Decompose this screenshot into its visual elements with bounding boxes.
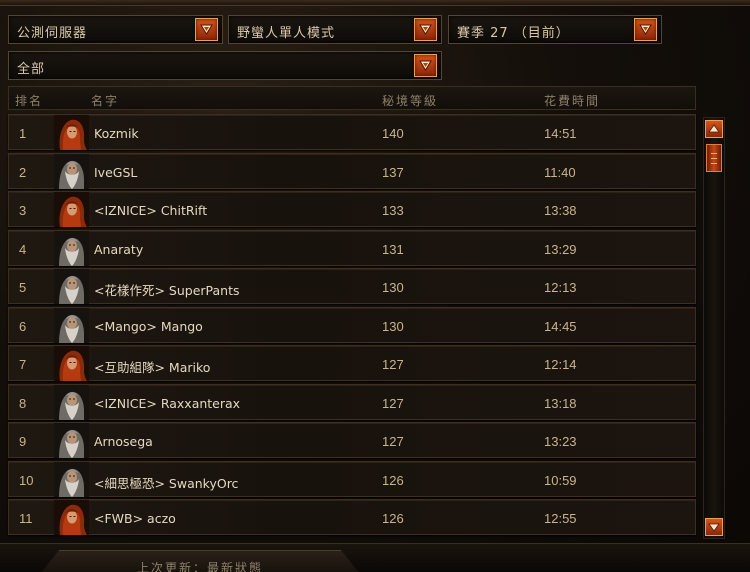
season-dropdown[interactable]: 賽季 27 （目前） [448, 15, 662, 44]
leaderboard-row[interactable]: 7 <互助組隊> Mariko 127 12:14 [8, 345, 696, 381]
time-spent-cell: 12:55 [544, 511, 577, 526]
chevron-down-icon[interactable] [414, 18, 437, 41]
rank-cell: 8 [19, 395, 27, 411]
time-spent-cell: 10:59 [544, 472, 577, 488]
female-barbarian-icon [54, 346, 89, 381]
leaderboard-row[interactable]: 5 <花樣作死> SuperPants 130 12:13 [8, 268, 696, 304]
female-barbarian-icon [54, 192, 89, 227]
player-name-cell: <IZNICE> ChitRift [94, 203, 208, 218]
time-spent-cell: 14:45 [544, 318, 577, 334]
male-barbarian-icon [54, 307, 89, 343]
leaderboard-row[interactable]: 3 <IZNICE> ChitRift 133 13:38 [8, 191, 696, 227]
player-name-cell: <細思極恐> SwankyOrc [94, 475, 239, 491]
leaderboard-row[interactable]: 11 <FWB> aczo 126 12:55 [8, 499, 696, 535]
time-spent-cell: 13:18 [544, 395, 577, 411]
time-column-header: 花費時間 [544, 94, 601, 108]
rift-level-cell: 126 [382, 472, 404, 488]
rift-level-cell: 133 [382, 203, 404, 218]
rift-level-cell: 140 [382, 126, 404, 141]
rank-cell: 6 [19, 318, 27, 334]
name-column-header: 名字 [91, 94, 120, 108]
rift-level-cell: 127 [382, 395, 404, 411]
chevron-down-icon[interactable] [634, 18, 657, 41]
leaderboard-row[interactable]: 1 Kozmik 140 14:51 [8, 114, 696, 150]
chevron-down-icon[interactable] [195, 18, 218, 41]
male-barbarian-icon [54, 269, 89, 304]
player-name-cell: Kozmik [94, 126, 139, 141]
rift-level-cell: 137 [382, 164, 404, 180]
class-filter-value: 全部 [17, 62, 46, 77]
rift-level-cell: 127 [382, 434, 404, 449]
rift-level-cell: 126 [382, 511, 404, 526]
player-name-cell: <花樣作死> SuperPants [94, 283, 240, 298]
time-spent-cell: 12:13 [544, 280, 577, 295]
player-name-cell: <互助組隊> Mariko [94, 360, 211, 375]
mode-dropdown-value: 野蠻人單人模式 [237, 26, 336, 41]
scroll-down-button[interactable] [705, 518, 723, 536]
class-filter-dropdown[interactable]: 全部 [8, 51, 442, 80]
rift-level-cell: 131 [382, 241, 404, 257]
leaderboard-scrollbar[interactable] [703, 117, 725, 539]
time-spent-cell: 13:29 [544, 241, 577, 257]
rank-cell: 1 [19, 126, 27, 141]
leaderboard-row[interactable]: 10 <細思極恐> SwankyOrc 126 10:59 [8, 460, 696, 497]
region-dropdown[interactable]: 公測伺服器 [8, 15, 223, 44]
rank-cell: 4 [19, 241, 27, 257]
region-dropdown-value: 公測伺服器 [17, 26, 88, 41]
rank-cell: 5 [19, 280, 27, 295]
rank-cell: 10 [19, 472, 34, 488]
rank-cell: 9 [19, 434, 27, 449]
time-spent-cell: 12:14 [544, 357, 577, 372]
player-name-cell: <FWB> aczo [94, 511, 176, 526]
rank-cell: 7 [19, 357, 27, 372]
leaderboard-row[interactable]: 9 Arnosega 127 13:23 [8, 422, 696, 458]
leaderboard-row[interactable]: 6 <Mango> Mango 130 14:45 [8, 306, 696, 343]
chevron-down-icon[interactable] [414, 54, 437, 77]
top-frame [0, 0, 750, 6]
female-barbarian-icon [54, 115, 89, 150]
mode-dropdown[interactable]: 野蠻人單人模式 [228, 15, 442, 44]
time-spent-cell: 11:40 [544, 164, 576, 180]
arrow-up-icon [708, 124, 720, 133]
season-dropdown-value: 賽季 27 （目前） [457, 26, 570, 41]
male-barbarian-icon [54, 461, 89, 497]
rift-level-cell: 127 [382, 357, 404, 372]
rift-level-cell: 130 [382, 318, 404, 334]
player-name-cell: <Mango> Mango [94, 318, 203, 334]
leaderboard-header: 排名 名字 秘境等級 花費時間 [8, 86, 696, 110]
player-name-cell: Arnosega [94, 434, 153, 449]
rank-cell: 3 [19, 203, 27, 218]
rift-level-cell: 130 [382, 280, 404, 295]
male-barbarian-icon [54, 230, 89, 266]
leaderboard-list: 1 Kozmik 140 14:51 2 IveGSL 137 11:40 3 <IZNICE> … [8, 114, 698, 540]
scroll-up-button[interactable] [705, 120, 723, 138]
rift-level-column-header: 秘境等級 [382, 94, 439, 108]
female-barbarian-icon [54, 500, 89, 535]
rank-column-header: 排名 [15, 94, 44, 108]
leaderboard-row[interactable]: 8 <IZNICE> Raxxanterax 127 13:18 [8, 383, 696, 420]
leaderboard-row[interactable]: 4 Anaraty 131 13:29 [8, 229, 696, 266]
arrow-down-icon [708, 523, 720, 532]
leaderboard-row[interactable]: 2 IveGSL 137 11:40 [8, 152, 696, 189]
rank-cell: 11 [19, 511, 33, 526]
rank-cell: 2 [19, 164, 27, 180]
time-spent-cell: 14:51 [544, 126, 577, 141]
male-barbarian-icon [54, 423, 89, 458]
time-spent-cell: 13:38 [544, 203, 577, 218]
player-name-cell: Anaraty [94, 241, 144, 257]
male-barbarian-icon [54, 384, 89, 420]
player-name-cell: <IZNICE> Raxxanterax [94, 395, 241, 411]
player-name-cell: IveGSL [94, 164, 138, 180]
scroll-thumb[interactable] [706, 144, 722, 172]
last-updated-text: 上次更新：最新狀態 [137, 561, 264, 572]
male-barbarian-icon [54, 153, 89, 189]
time-spent-cell: 13:23 [544, 434, 577, 449]
